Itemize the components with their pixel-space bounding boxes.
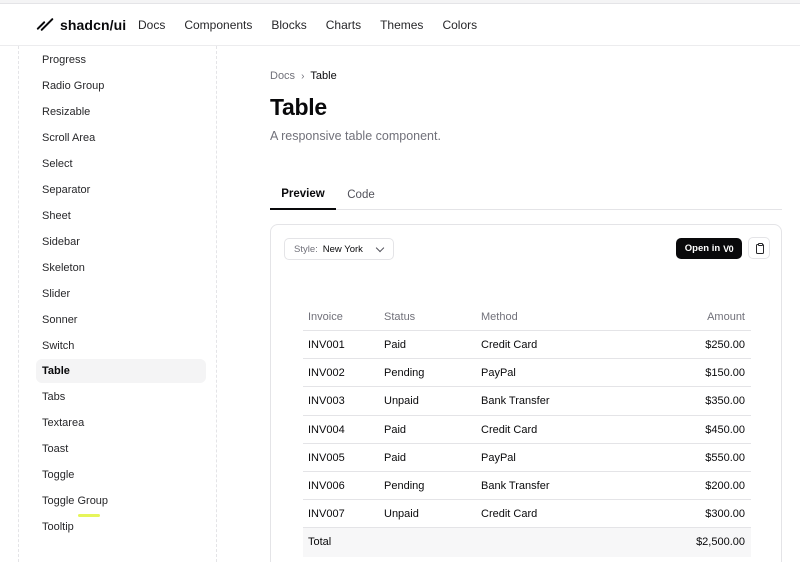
sidebar-item-progress[interactable]: Progress [36, 48, 206, 72]
cell-invoice: INV006 [308, 479, 345, 492]
table-row: INV002 Pending PayPal $150.00 [303, 359, 751, 388]
sidebar-item-sonner[interactable]: Sonner [36, 308, 206, 332]
cell-status: Paid [384, 451, 407, 464]
chevron-right-icon: › [301, 70, 305, 82]
sidebar-item-toast[interactable]: Toast [36, 437, 206, 461]
cell-method: Credit Card [481, 423, 538, 436]
open-in-v0-button[interactable]: Open in V0 [676, 238, 742, 259]
cell-amount: $350.00 [705, 395, 745, 408]
site-header: shadcn/ui Docs Components Blocks Charts … [0, 4, 800, 46]
cell-invoice: INV002 [308, 367, 345, 380]
table-row: INV005 Paid PayPal $550.00 [303, 444, 751, 472]
table-row: INV006 Pending Bank Transfer $200.00 [303, 472, 751, 501]
style-select-label: Style: [294, 243, 318, 255]
table-row: INV007 Unpaid Credit Card $300.00 [303, 500, 751, 529]
cell-method: PayPal [481, 367, 516, 380]
sidebar-item-scroll-area[interactable]: Scroll Area [36, 126, 206, 150]
nav-components[interactable]: Components [184, 18, 252, 32]
cell-method: Bank Transfer [481, 479, 550, 492]
preview-code-tabs: Preview Code [270, 180, 782, 210]
nav-charts[interactable]: Charts [326, 18, 361, 32]
cell-amount: $250.00 [705, 339, 745, 351]
sidebar-item-skeleton[interactable]: Skeleton [36, 256, 206, 280]
clipboard-icon [756, 244, 764, 254]
sidebar-item-tabs[interactable]: Tabs [36, 385, 206, 409]
sidebar-item-resizable[interactable]: Resizable [36, 100, 206, 124]
cell-status: Unpaid [384, 508, 419, 521]
sidebar-item-sheet[interactable]: Sheet [36, 204, 206, 228]
sidebar-item-slider[interactable]: Slider [36, 282, 206, 306]
page-description: A responsive table component. [270, 129, 441, 143]
chevron-down-icon [375, 243, 385, 253]
sidebar-item-table[interactable]: Table [36, 359, 206, 383]
cell-amount: $150.00 [705, 367, 745, 380]
cell-invoice: INV005 [308, 451, 345, 464]
sidebar-item-radio-group[interactable]: Radio Group [36, 74, 206, 98]
table-header-row: Invoice Status Method Amount [303, 303, 751, 331]
cell-status: Paid [384, 423, 407, 436]
sidebar-item-switch[interactable]: Switch [36, 334, 206, 358]
tab-code[interactable]: Code [340, 180, 382, 210]
cell-invoice: INV007 [308, 508, 345, 521]
shadcn-logo-icon [36, 17, 54, 33]
footer-total-label: Total [308, 536, 332, 549]
table-footer-row: Total $2,500.00 [303, 528, 751, 557]
sidebar-item-toggle[interactable]: Toggle [36, 463, 206, 487]
brand-link[interactable]: shadcn/ui [36, 17, 126, 33]
brand-name: shadcn/ui [60, 17, 127, 33]
cell-amount: $200.00 [705, 479, 745, 492]
cell-status: Pending [384, 479, 425, 492]
nav-blocks[interactable]: Blocks [271, 18, 306, 32]
column-header-invoice: Invoice [308, 311, 343, 323]
column-header-amount: Amount [707, 311, 745, 323]
sidebar-new-badge [78, 514, 100, 517]
sidebar-item-toggle-group[interactable]: Toggle Group [36, 489, 206, 513]
style-select-value: New York [322, 243, 363, 255]
footer-total-amount: $2,500.00 [696, 536, 745, 549]
column-header-status: Status [384, 311, 416, 323]
cell-invoice: INV003 [308, 395, 345, 408]
nav-themes[interactable]: Themes [380, 18, 423, 32]
invoice-table: Invoice Status Method Amount INV001 Paid… [303, 303, 751, 557]
sidebar-item-sidebar[interactable]: Sidebar [36, 230, 206, 254]
sidebar-item-tooltip[interactable]: Tooltip [36, 515, 206, 539]
cell-status: Paid [384, 339, 407, 351]
table-row: INV004 Paid Credit Card $450.00 [303, 416, 751, 444]
table-row: INV003 Unpaid Bank Transfer $350.00 [303, 387, 751, 416]
style-select[interactable]: Style: New York [284, 238, 394, 260]
cell-method: Credit Card [481, 339, 538, 351]
table-row: INV001 Paid Credit Card $250.00 [303, 331, 751, 360]
open-in-label: Open in [684, 243, 721, 254]
page-title: Table [270, 94, 327, 120]
tab-preview[interactable]: Preview [270, 180, 336, 210]
cell-amount: $300.00 [705, 508, 745, 521]
nav-docs[interactable]: Docs [138, 18, 165, 32]
nav-colors[interactable]: Colors [442, 18, 477, 32]
cell-amount: $450.00 [705, 423, 745, 436]
copy-button[interactable] [748, 237, 770, 259]
docs-sidebar: Progress Radio Group Resizable Scroll Ar… [18, 46, 217, 562]
sidebar-item-textarea[interactable]: Textarea [36, 411, 206, 435]
cell-invoice: INV001 [308, 339, 345, 351]
cell-invoice: INV004 [308, 423, 345, 436]
breadcrumb: Docs › Table [270, 70, 337, 82]
cell-status: Unpaid [384, 395, 419, 408]
cell-status: Pending [384, 367, 425, 380]
main-nav: Docs Components Blocks Charts Themes Col… [138, 18, 496, 32]
cell-method: PayPal [481, 451, 516, 464]
cell-method: Bank Transfer [481, 395, 550, 408]
column-header-method: Method [481, 311, 518, 323]
v0-logo-icon: V0 [723, 243, 734, 254]
cell-method: Credit Card [481, 508, 538, 521]
preview-panel: Style: New York Open in V0 Invoice Statu… [270, 224, 782, 562]
sidebar-item-select[interactable]: Select [36, 152, 206, 176]
breadcrumb-docs[interactable]: Docs [270, 70, 295, 82]
breadcrumb-current: Table [310, 70, 337, 82]
sidebar-item-separator[interactable]: Separator [36, 178, 206, 202]
cell-amount: $550.00 [705, 451, 745, 464]
